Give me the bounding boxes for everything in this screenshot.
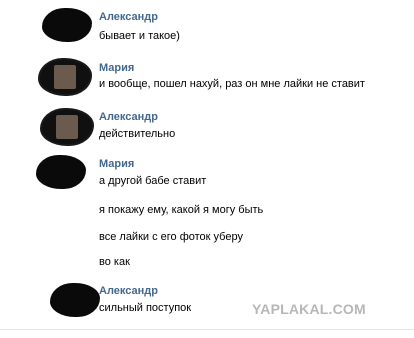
author-name[interactable]: Мария <box>99 62 134 74</box>
avatar[interactable] <box>42 8 92 42</box>
message-text: я покажу ему, какой я могу быть <box>99 204 264 216</box>
watermark-logo: YAPLAKAL.COM <box>252 301 366 317</box>
message-text: а другой бабе ставит <box>99 175 207 187</box>
avatar[interactable] <box>50 283 100 317</box>
message-text: и вообще, пошел нахуй, раз он мне лайки … <box>99 78 365 90</box>
divider <box>0 329 414 330</box>
avatar[interactable] <box>42 110 92 144</box>
message-text: бывает и такое) <box>99 30 180 42</box>
author-name[interactable]: Александр <box>99 285 158 297</box>
message-text: во как <box>99 256 130 268</box>
message-text: все лайки с его фоток уберу <box>99 231 243 243</box>
avatar[interactable] <box>40 60 90 94</box>
author-name[interactable]: Мария <box>99 158 134 170</box>
message-text: сильный поступок <box>99 302 192 314</box>
author-name[interactable]: Александр <box>99 111 158 123</box>
message-text: действительно <box>99 128 176 140</box>
avatar[interactable] <box>36 155 86 189</box>
author-name[interactable]: Александр <box>99 11 158 23</box>
